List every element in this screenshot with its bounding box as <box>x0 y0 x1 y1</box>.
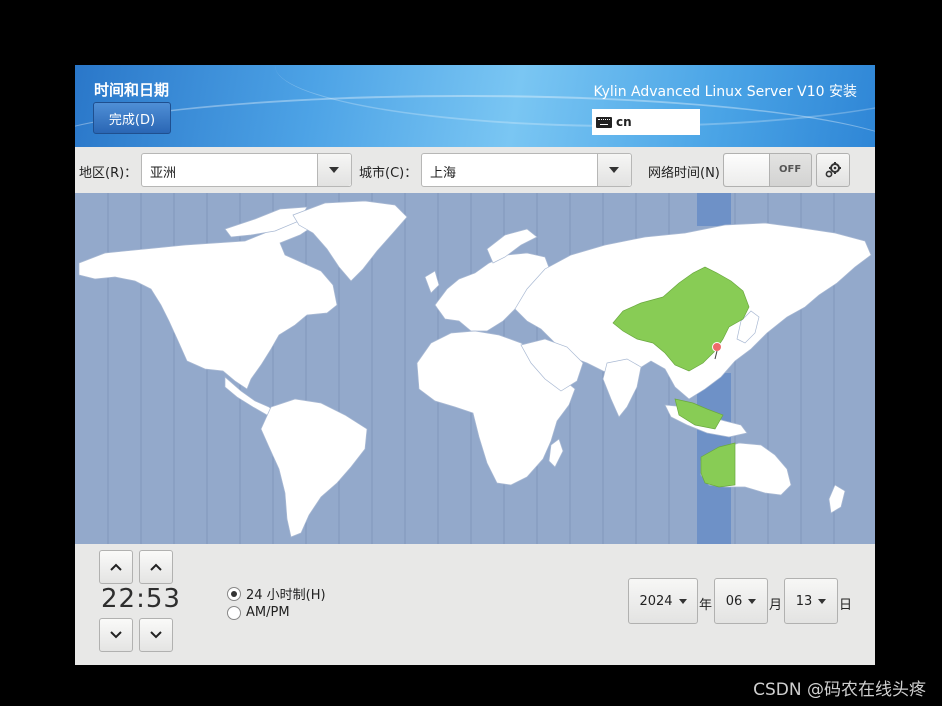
chevron-down-icon <box>150 631 162 639</box>
timezone-map[interactable] <box>75 193 875 544</box>
month-value: 06 <box>725 593 743 609</box>
header-bar: 时间和日期 完成(D) Kylin Advanced Linux Server … <box>75 65 875 147</box>
keyboard-layout-label: cn <box>616 115 632 129</box>
network-time-label: 网络时间(N) <box>648 166 720 181</box>
datetime-controls: 22:53 24 小时制(H) AM/PM 2024 年 06 月 13 日 <box>75 544 875 665</box>
day-value: 13 <box>795 593 813 609</box>
region-label: 地区(R)： <box>79 166 138 181</box>
year-value: 2024 <box>639 593 673 609</box>
hour-down-button[interactable] <box>99 618 133 652</box>
chevron-down-icon <box>818 598 827 604</box>
format-ampm-option[interactable]: AM/PM <box>227 605 290 620</box>
day-unit: 日 <box>839 598 853 613</box>
gear-icon <box>825 162 841 178</box>
watermark: CSDN @码农在线头疼 <box>753 680 926 700</box>
radio-24h[interactable] <box>227 586 241 601</box>
minute-down-button[interactable] <box>139 618 173 652</box>
chevron-up-icon <box>150 563 162 571</box>
format-24h-option[interactable]: 24 小时制(H) <box>227 584 326 603</box>
minute-up-button[interactable] <box>139 550 173 584</box>
keyboard-layout-indicator[interactable]: cn <box>592 109 700 135</box>
chevron-down-icon[interactable] <box>597 154 631 186</box>
network-time-toggle[interactable]: OFF <box>723 153 812 187</box>
toggle-knob[interactable] <box>724 154 770 186</box>
done-button[interactable]: 完成(D) <box>93 102 171 134</box>
time-display: 22:53 <box>101 584 181 614</box>
year-dropdown[interactable]: 2024 <box>628 578 698 624</box>
hour-up-button[interactable] <box>99 550 133 584</box>
product-title: Kylin Advanced Linux Server V10 安装 <box>593 84 857 100</box>
city-value: 上海 <box>430 166 457 181</box>
radio-ampm[interactable] <box>227 605 241 620</box>
format-ampm-label: AM/PM <box>246 605 290 620</box>
region-value: 亚洲 <box>150 166 177 181</box>
chevron-down-icon[interactable] <box>317 154 351 186</box>
month-unit: 月 <box>769 598 783 613</box>
chevron-down-icon <box>678 598 687 604</box>
location-pin-icon <box>712 342 722 352</box>
keyboard-icon <box>596 116 612 128</box>
chevron-up-icon <box>110 563 122 571</box>
year-unit: 年 <box>699 598 713 613</box>
region-combo[interactable]: 亚洲 <box>141 153 352 187</box>
timezone-selector-row: 地区(R)： 亚洲 城市(C)： 上海 网络时间(N) OFF <box>75 147 875 193</box>
timezone-band <box>697 193 731 226</box>
format-24h-label: 24 小时制(H) <box>246 588 326 603</box>
month-dropdown[interactable]: 06 <box>714 578 768 624</box>
city-combo[interactable]: 上海 <box>421 153 632 187</box>
chevron-down-icon <box>110 631 122 639</box>
chevron-down-icon <box>748 598 757 604</box>
page-title: 时间和日期 <box>94 81 170 99</box>
toggle-state-label: OFF <box>779 164 802 175</box>
installer-window: 时间和日期 完成(D) Kylin Advanced Linux Server … <box>75 65 875 665</box>
city-label: 城市(C)： <box>359 166 418 181</box>
world-map[interactable] <box>75 193 875 544</box>
day-dropdown[interactable]: 13 <box>784 578 838 624</box>
ntp-settings-button[interactable] <box>816 153 850 187</box>
